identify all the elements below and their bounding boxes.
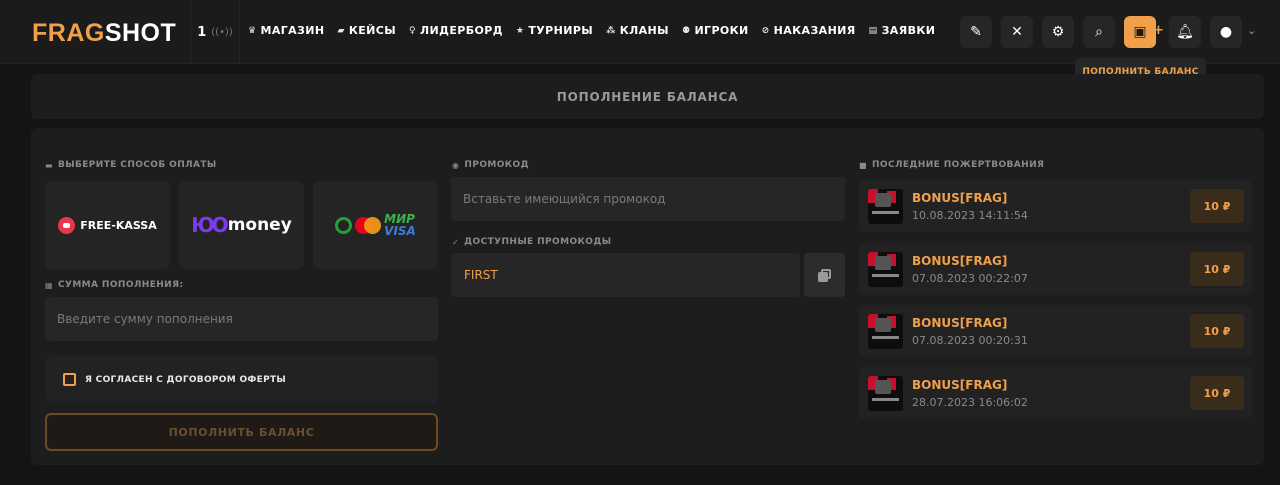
list-icon: ▤ (868, 25, 878, 36)
nav-punishments[interactable]: ⊘ НАКАЗАНИЯ (762, 24, 856, 37)
top-navbar: FRAGSHOT 1 ((•)) ♛ МАГАЗИН ▰ КЕЙСЫ ♀ ЛИДЕРБ… (0, 0, 1280, 64)
donation-item: BONUS[FRAG] 10.08.2023 14:11:54 10 ₽ (859, 180, 1252, 232)
donor-avatar (868, 314, 903, 349)
ban-icon: ⊘ (761, 25, 770, 36)
payment-cards[interactable]: МИР VISA (313, 181, 438, 269)
gift-icon: ■ (859, 160, 867, 170)
nav-tournaments[interactable]: ★ ТУРНИРЫ (516, 24, 593, 37)
mastercard-logo-icon (355, 216, 382, 234)
gear-icon: ⚙ (1051, 24, 1065, 40)
grid-icon: ⁂ (606, 25, 616, 36)
users-icon: ⚉ (681, 25, 691, 36)
page-title: ПОПОЛНЕНИЕ БАЛАНСА (31, 74, 1264, 119)
donation-item: BONUS[FRAG] 28.07.2023 16:06:02 10 ₽ (859, 367, 1252, 419)
agree-row[interactable]: Я СОГЛАСЕН С ДОГОВОРОМ ОФЕРТЫ (45, 356, 438, 403)
donation-amount: 10 ₽ (1190, 189, 1244, 223)
wallet-button[interactable]: ▣ (1124, 16, 1156, 48)
settings-button[interactable]: ⚙ (1042, 16, 1074, 48)
donor-name: BONUS[FRAG] (912, 378, 1008, 392)
search-icon: ⌕ (1095, 24, 1103, 40)
visa-logo: VISA (384, 224, 416, 238)
medal-icon: ♀ (409, 25, 416, 36)
notifications-button[interactable]: 🔔︎ (1169, 16, 1201, 48)
donor-name: BONUS[FRAG] (912, 316, 1008, 330)
nav-cases[interactable]: ▰ КЕЙСЫ (337, 24, 396, 37)
pen-button[interactable]: ✎ (960, 16, 992, 48)
bell-icon: 🔔︎ (1176, 24, 1194, 40)
chevron-down-icon[interactable]: ⌄ (1247, 24, 1256, 37)
case-icon: ▰ (337, 25, 345, 36)
yoomoney-logo-icon: ЮО (191, 213, 229, 237)
copy-promo-button[interactable] (804, 253, 845, 297)
coins-icon: ▦ (45, 280, 53, 290)
amount-input-box (45, 297, 438, 341)
main-nav: ♛ МАГАЗИН ▰ КЕЙСЫ ♀ ЛИДЕРБОРД ★ ТУРНИРЫ ⁂ КЛА… (248, 24, 935, 37)
pen-icon: ✎ (970, 24, 982, 40)
agree-label: Я СОГЛАСЕН С ДОГОВОРОМ ОФЕРТЫ (85, 374, 287, 385)
payment-method-label: ▬ ВЫБЕРИТЕ СПОСОБ ОПЛАТЫ (45, 160, 217, 170)
donations-label: ■ ПОСЛЕДНИЕ ПОЖЕРТВОВАНИЯ (859, 160, 1045, 170)
nav-players[interactable]: ⚉ ИГРОКИ (682, 24, 749, 37)
freekassa-logo-icon (58, 216, 76, 234)
tools-icon: ✕ (1011, 24, 1023, 40)
donor-avatar (868, 189, 903, 224)
available-promos-label: ✓ ДОСТУПНЫЕ ПРОМОКОДЫ (452, 237, 612, 247)
online-count: 1 (197, 24, 207, 40)
nav-shop[interactable]: ♛ МАГАЗИН (248, 24, 324, 37)
donation-amount: 10 ₽ (1190, 376, 1244, 410)
donation-item: BONUS[FRAG] 07.08.2023 00:22:07 10 ₽ (859, 243, 1252, 295)
crown-icon: ♛ (248, 25, 257, 36)
search-button[interactable]: ⌕ (1083, 16, 1115, 48)
donation-amount: 10 ₽ (1190, 314, 1244, 348)
agree-checkbox[interactable] (63, 373, 76, 386)
payment-yoomoney[interactable]: ЮО money (179, 181, 304, 269)
donation-amount: 10 ₽ (1190, 252, 1244, 286)
plus-icon: + (1153, 23, 1164, 38)
copy-icon (818, 268, 831, 282)
donation-date: 07.08.2023 00:20:31 (912, 334, 1028, 347)
donation-date: 28.07.2023 16:06:02 (912, 396, 1028, 409)
donation-date: 10.08.2023 14:11:54 (912, 209, 1028, 222)
wallet-icon: ▣ (1133, 24, 1147, 40)
donation-date: 07.08.2023 00:22:07 (912, 272, 1028, 285)
online-counter: 1 ((•)) (190, 0, 240, 64)
donor-avatar (868, 252, 903, 287)
amount-input[interactable] (57, 312, 438, 326)
profile-button[interactable]: ● (1210, 16, 1242, 48)
promo-input[interactable] (463, 192, 845, 206)
promo-code-row[interactable]: FIRST (451, 253, 800, 297)
star-icon: ★ (515, 25, 525, 36)
donation-item: BONUS[FRAG] 07.08.2023 00:20:31 10 ₽ (859, 305, 1252, 357)
promo-input-box (451, 177, 845, 221)
amount-label: ▦ СУММА ПОПОЛНЕНИЯ: (45, 280, 184, 290)
promo-icon: ◉ (452, 160, 460, 170)
card-icon: ▬ (45, 160, 53, 170)
signal-icon: ((•)) (211, 26, 233, 38)
user-icon: ● (1219, 24, 1233, 40)
nav-applications[interactable]: ▤ ЗАЯВКИ (869, 24, 936, 37)
donor-avatar (868, 376, 903, 411)
donor-name: BONUS[FRAG] (912, 191, 1008, 205)
nav-clans[interactable]: ⁂ КЛАНЫ (606, 24, 669, 37)
check-icon: ✓ (452, 237, 460, 247)
submit-payment-button[interactable]: ПОПОЛНИТЬ БАЛАНС (45, 413, 438, 451)
promo-label: ◉ ПРОМОКОД (452, 160, 529, 170)
donor-name: BONUS[FRAG] (912, 254, 1008, 268)
tools-button[interactable]: ✕ (1001, 16, 1033, 48)
site-logo[interactable]: FRAGSHOT (32, 19, 176, 48)
payment-freekassa[interactable]: FREE-KASSA (45, 181, 170, 269)
sberbank-logo-icon (335, 216, 353, 234)
promo-code: FIRST (464, 268, 498, 282)
nav-leaderboard[interactable]: ♀ ЛИДЕРБОРД (409, 24, 503, 37)
